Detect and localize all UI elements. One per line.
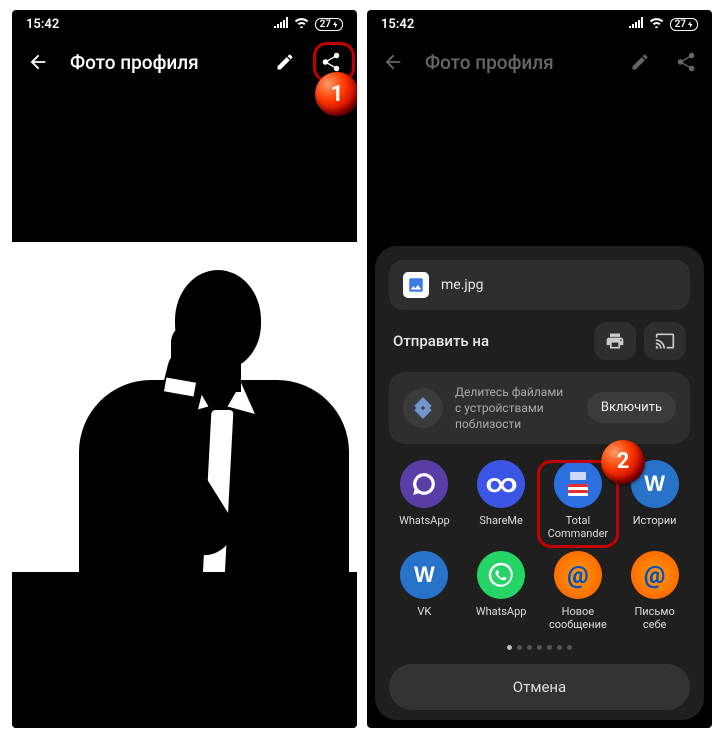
badge-two: 2 <box>601 440 645 484</box>
badge-one: 1 <box>315 72 357 116</box>
status-right: 27 <box>629 17 698 31</box>
status-time: 15:42 <box>381 17 414 32</box>
send-title: Отправить на <box>393 332 489 350</box>
mail-self-icon: @ <box>631 551 679 599</box>
signal-icon <box>274 17 288 31</box>
dot <box>507 645 512 650</box>
shareme-icon: ∞ <box>477 460 525 508</box>
vk-icon: W <box>400 551 448 599</box>
whatsapp-icon <box>477 551 525 599</box>
cast-icon[interactable] <box>644 322 686 360</box>
back-icon[interactable] <box>24 48 52 76</box>
app-mail-self[interactable]: @ Письмо себе <box>619 551 690 631</box>
app-whatsapp[interactable]: WhatsApp <box>466 551 537 631</box>
app-label: WhatsApp <box>399 514 450 540</box>
profile-photo[interactable] <box>12 242 357 572</box>
page-title: Фото профиля <box>425 51 608 74</box>
battery-icon: 27 <box>670 18 698 31</box>
status-bar: 15:42 27 <box>367 10 712 38</box>
nearby-share-row: Делитесь файлами с устройствами поблизос… <box>389 372 690 445</box>
dot <box>567 645 572 650</box>
dot <box>537 645 542 650</box>
app-mail-new[interactable]: @ Новое сообщение <box>543 551 614 631</box>
dot <box>557 645 562 650</box>
status-right: 27 <box>274 17 343 31</box>
app-bar: Фото профиля 1 <box>12 38 357 86</box>
app-label: Total Commander <box>548 514 609 540</box>
signal-icon <box>629 17 643 31</box>
app-bar-dimmed: Фото профиля <box>367 38 712 86</box>
share-icon <box>672 48 700 76</box>
apps-grid: WhatsApp ∞ ShareMe Total Commander W Ист… <box>389 456 690 631</box>
app-label: Новое сообщение <box>549 605 607 631</box>
photo-area <box>12 86 357 728</box>
edit-icon <box>626 48 654 76</box>
whatsapp-business-icon <box>400 460 448 508</box>
app-label: ShareMe <box>479 514 522 540</box>
edit-icon[interactable] <box>271 48 299 76</box>
wifi-icon <box>294 17 309 31</box>
print-icon[interactable] <box>594 322 636 360</box>
silhouette-icon <box>35 262 335 572</box>
phone-left: 15:42 27 Фото профиля 1 <box>12 10 357 728</box>
dot <box>517 645 522 650</box>
back-icon <box>379 48 407 76</box>
cancel-button[interactable]: Отмена <box>389 664 690 710</box>
app-whatsapp-business[interactable]: WhatsApp <box>389 460 460 540</box>
dot <box>547 645 552 650</box>
nearby-text: Делитесь файлами с устройствами поблизос… <box>455 384 575 433</box>
enable-button[interactable]: Включить <box>587 392 676 423</box>
app-vk[interactable]: W VK <box>389 551 460 631</box>
battery-icon: 27 <box>315 18 343 31</box>
app-label: WhatsApp <box>476 605 527 631</box>
filename-label: me.jpg <box>441 277 483 293</box>
image-file-icon <box>403 272 429 298</box>
dot <box>527 645 532 650</box>
status-bar: 15:42 27 <box>12 10 357 38</box>
phone-right: 15:42 27 Фото профиля <box>367 10 712 728</box>
send-row: Отправить на <box>389 322 690 360</box>
app-label: Письмо себе <box>634 605 674 631</box>
wifi-icon <box>649 17 664 31</box>
nearby-icon <box>403 388 443 428</box>
total-commander-icon <box>554 460 602 508</box>
mail-new-icon: @ <box>554 551 602 599</box>
app-shareme[interactable]: ∞ ShareMe <box>466 460 537 540</box>
page-title: Фото профиля <box>70 51 253 74</box>
share-sheet: me.jpg Отправить на Делитесь файлами с у… <box>375 246 704 720</box>
app-label: Истории <box>633 514 677 540</box>
file-preview-row[interactable]: me.jpg <box>389 260 690 310</box>
app-label: VK <box>417 605 431 631</box>
page-dots <box>389 645 690 650</box>
status-time: 15:42 <box>26 17 59 32</box>
